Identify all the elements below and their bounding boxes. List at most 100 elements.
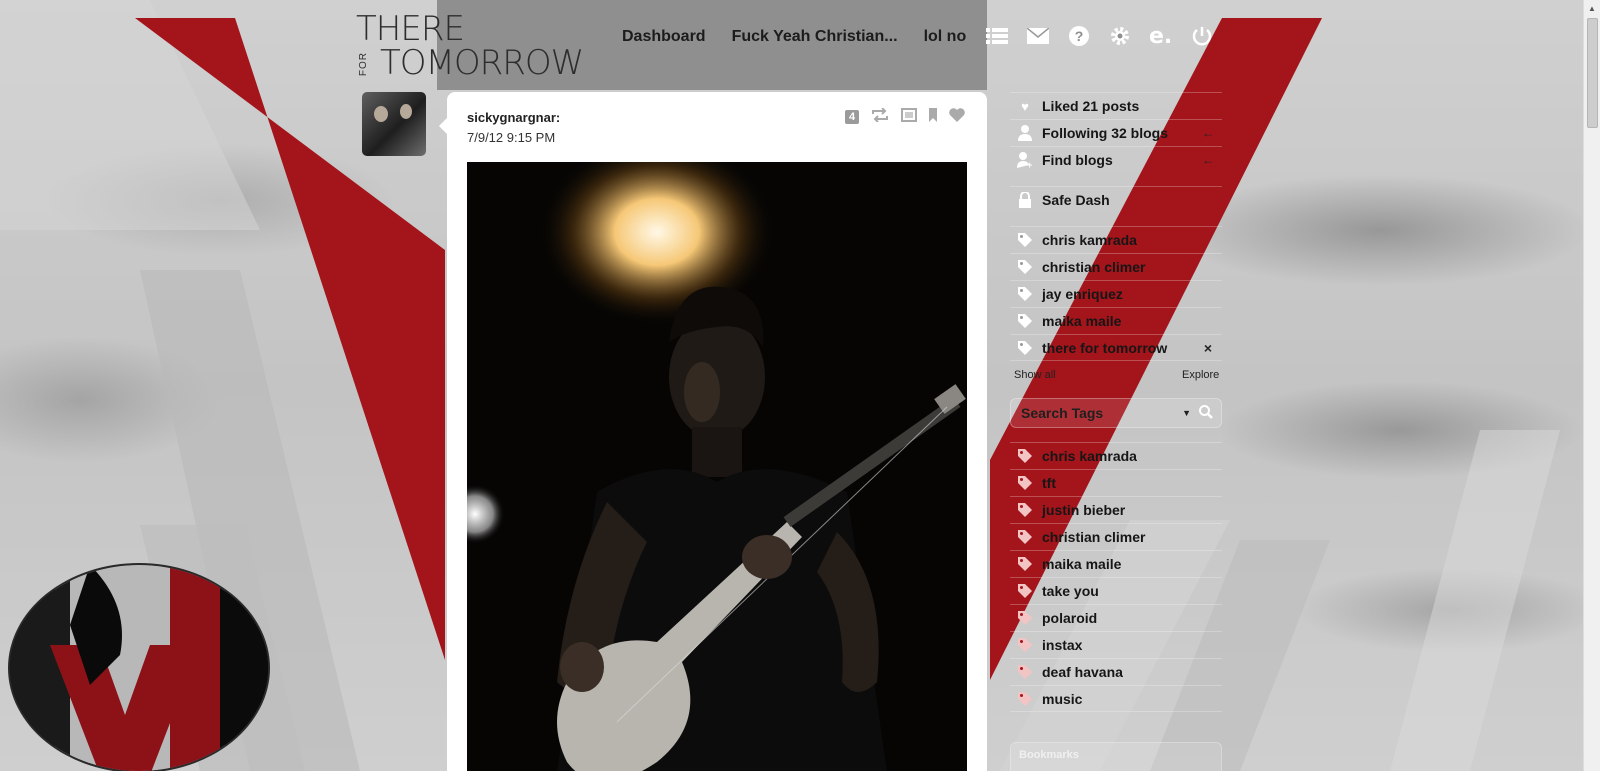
tag-icon [1016, 231, 1034, 249]
avatar-face [400, 104, 412, 119]
tag-icon [1016, 474, 1034, 492]
bookmarks-panel[interactable]: Bookmarks [1010, 742, 1222, 771]
recent-tag-label: maika maile [1042, 556, 1122, 572]
video-widget[interactable] [8, 563, 270, 771]
tag-icon [1016, 582, 1034, 600]
scrollbar-thumb[interactable] [1587, 18, 1598, 128]
tag-icon [1016, 447, 1034, 465]
tracked-tag-label: chris kamrada [1042, 232, 1137, 248]
recent-tag[interactable]: polaroid [1010, 604, 1222, 631]
heart-icon: ♥ [1021, 98, 1029, 114]
person-icon [1016, 124, 1034, 142]
like-icon[interactable] [949, 108, 965, 126]
header-icons: ? e. [985, 24, 1214, 48]
bookmarks-heading: Bookmarks [1019, 749, 1079, 761]
tracked-tag[interactable]: chris kamrada [1010, 226, 1222, 253]
notes-count[interactable]: 4 [845, 110, 860, 124]
search-tags-input[interactable]: Search Tags ▼ [1010, 398, 1222, 428]
concert-photo-guitarist [467, 162, 967, 771]
recent-tag-label: polaroid [1042, 610, 1098, 626]
arrow-left-icon: ← [1202, 153, 1214, 167]
svg-text:e.: e. [1149, 25, 1172, 47]
recent-tag[interactable]: instax [1010, 631, 1222, 658]
avatar-face [374, 106, 388, 122]
show-all-link[interactable]: Show all [1014, 369, 1056, 381]
extension-icon[interactable]: e. [1149, 24, 1173, 48]
recent-tag[interactable]: tft [1010, 469, 1222, 496]
tag-icon [1016, 285, 1034, 303]
mail-icon[interactable] [1026, 24, 1050, 48]
tag-icon [1016, 312, 1034, 330]
recent-tag[interactable]: chris kamrada [1010, 442, 1222, 469]
recent-tag[interactable]: maika maile [1010, 550, 1222, 577]
tracked-tag[interactable]: maika maile [1010, 307, 1222, 334]
recent-tag-label: justin bieber [1042, 502, 1126, 518]
close-icon[interactable]: × [1204, 340, 1212, 356]
recent-tag[interactable]: take you [1010, 577, 1222, 604]
tag-icon [1016, 528, 1034, 546]
post-controls: 4 [845, 107, 965, 126]
recent-tag[interactable]: christian climer [1010, 523, 1222, 550]
tag-icon [1016, 663, 1034, 681]
logo-line-2: TOMORROW [380, 43, 584, 83]
recent-tag-label: christian climer [1042, 529, 1146, 545]
recent-tag-label: chris kamrada [1042, 448, 1137, 464]
svg-text:+: + [1027, 160, 1032, 168]
nav-blog[interactable]: Fuck Yeah Christian... [732, 28, 898, 46]
lock-icon [1016, 191, 1034, 209]
power-icon[interactable] [1190, 24, 1214, 48]
sidebar-item-label: Find blogs [1042, 152, 1113, 168]
search-placeholder: Search Tags [1021, 405, 1104, 421]
recent-tag-label: take you [1042, 583, 1099, 599]
dashboard-post: sickygnargnar: 7/9/12 9:15 PM 4 [439, 92, 987, 771]
tracked-tag-label: jay enriquez [1042, 286, 1123, 302]
recent-tag-label: deaf havana [1042, 664, 1123, 680]
recent-tag[interactable]: music [1010, 685, 1222, 712]
sidebar-item-label: Liked 21 posts [1042, 98, 1140, 114]
dropdown-caret-icon[interactable]: ▼ [1182, 408, 1191, 418]
find-person-icon: + [1016, 151, 1034, 169]
sidebar-item-following[interactable]: Following 32 blogs ← [1010, 119, 1222, 146]
bookmark-icon[interactable] [929, 108, 938, 126]
nav-dashboard[interactable]: Dashboard [622, 28, 706, 46]
list-icon[interactable] [985, 24, 1009, 48]
tracked-tag-label: christian climer [1042, 259, 1146, 275]
blog-logo[interactable]: THERE FOR TOMORROW [356, 12, 606, 82]
tag-icon [1016, 636, 1034, 654]
tracked-tag[interactable]: christian climer [1010, 253, 1222, 280]
sidebar-item-safe-dash[interactable]: Safe Dash [1010, 186, 1222, 213]
tag-icon [1016, 339, 1034, 357]
tracked-tag[interactable]: there for tomorrow × [1010, 334, 1222, 361]
tracked-tag[interactable]: jay enriquez [1010, 280, 1222, 307]
tag-icon [1016, 258, 1034, 276]
help-icon[interactable]: ? [1067, 24, 1091, 48]
search-icon[interactable] [1199, 404, 1213, 422]
post-author[interactable]: sickygnargnar: [467, 110, 560, 125]
sidebar-item-liked[interactable]: ♥ Liked 21 posts [1010, 92, 1222, 119]
video-frame [10, 565, 268, 771]
scroll-up-icon[interactable]: ▲ [1588, 4, 1596, 13]
recent-tag[interactable]: justin bieber [1010, 496, 1222, 523]
recent-tag[interactable]: deaf havana [1010, 658, 1222, 685]
recent-tag-label: instax [1042, 637, 1083, 653]
arrow-left-icon: ← [1202, 126, 1214, 140]
svg-text:?: ? [1075, 28, 1084, 44]
logo-for: FOR [358, 52, 369, 77]
page-scrollbar[interactable]: ▲ [1583, 0, 1600, 771]
logo-line-1: THERE [356, 9, 465, 49]
recent-tag-label: music [1042, 690, 1083, 707]
nav-lol-no[interactable]: lol no [924, 28, 967, 46]
tag-icon [1016, 501, 1034, 519]
explore-link[interactable]: Explore [1182, 369, 1219, 381]
gear-icon[interactable] [1108, 24, 1132, 48]
sidebar-item-label: Safe Dash [1042, 192, 1110, 208]
sidebar-item-find-blogs[interactable]: + Find blogs ← [1010, 146, 1222, 173]
reblog-icon[interactable] [871, 107, 889, 126]
post-avatar[interactable] [362, 92, 426, 156]
edit-icon[interactable] [901, 108, 918, 126]
tag-icon [1016, 609, 1034, 627]
post-photo[interactable] [467, 162, 967, 771]
sidebar-item-label: Following 32 blogs [1042, 125, 1168, 141]
post-date[interactable]: 7/9/12 9:15 PM [467, 130, 555, 145]
recent-tag-label: tft [1042, 475, 1056, 491]
